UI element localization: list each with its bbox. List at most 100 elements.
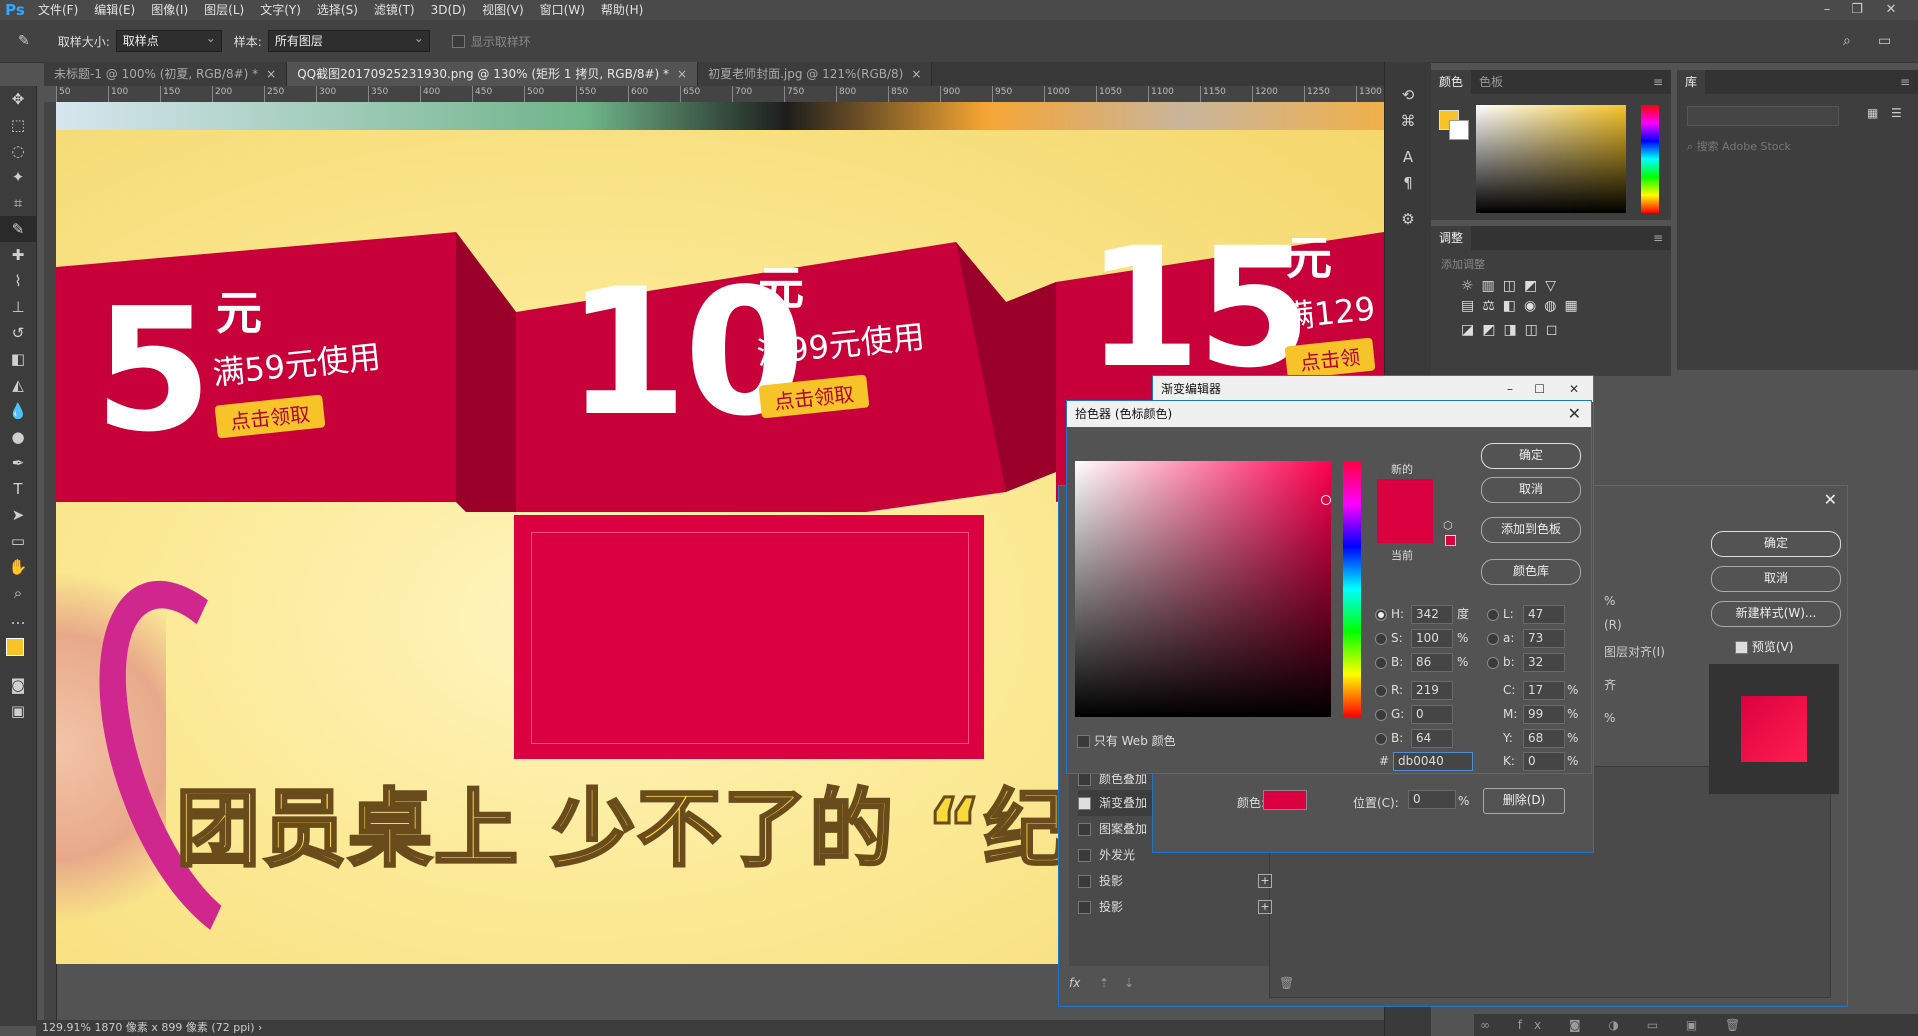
a-input[interactable]: 73 bbox=[1523, 629, 1565, 648]
fx-icon[interactable]: fx bbox=[1069, 976, 1080, 990]
maximize-icon[interactable]: ☐ bbox=[1534, 376, 1545, 402]
g-input[interactable]: 0 bbox=[1411, 705, 1453, 724]
screen-mode-icon[interactable]: ▣ bbox=[0, 698, 36, 724]
hue-slider[interactable] bbox=[1343, 461, 1361, 717]
delete-stop-button[interactable]: 删除(D) bbox=[1483, 788, 1565, 814]
radio-blue[interactable] bbox=[1375, 733, 1387, 745]
pen-tool-icon[interactable]: ✒ bbox=[0, 450, 36, 476]
menu-type[interactable]: 文字(Y) bbox=[252, 0, 309, 20]
panel-menu-icon[interactable]: ≡ bbox=[1653, 231, 1663, 245]
radio-s[interactable] bbox=[1375, 633, 1387, 645]
grid-view-icon[interactable]: ▦ bbox=[1867, 106, 1878, 120]
panel-menu-icon[interactable]: ≡ bbox=[1900, 75, 1910, 89]
menu-select[interactable]: 选择(S) bbox=[309, 0, 366, 20]
checkbox[interactable] bbox=[1078, 901, 1091, 914]
trash-icon[interactable]: 🗑 bbox=[1279, 976, 1294, 990]
blue-input[interactable]: 64 bbox=[1411, 729, 1453, 748]
gradient-editor-title-bar[interactable]: 渐变编辑器 – ☐ ✕ bbox=[1153, 376, 1593, 402]
tab-swatches[interactable]: 色板 bbox=[1471, 70, 1511, 94]
radio-g[interactable] bbox=[1375, 709, 1387, 721]
color-field-cursor[interactable] bbox=[1321, 495, 1331, 505]
library-select[interactable] bbox=[1687, 106, 1839, 126]
blur-tool-icon[interactable]: 💧 bbox=[0, 398, 36, 424]
radio-lab-b[interactable] bbox=[1487, 657, 1499, 669]
close-tab-icon[interactable]: × bbox=[911, 67, 921, 81]
c-input[interactable]: 17 bbox=[1523, 681, 1565, 700]
web-only-checkbox[interactable] bbox=[1077, 735, 1090, 748]
cube-icon[interactable]: ⬡ bbox=[1443, 519, 1453, 532]
checkbox[interactable] bbox=[1078, 823, 1091, 836]
color-field[interactable] bbox=[1075, 461, 1331, 717]
sample-select[interactable]: 所有图层 bbox=[267, 28, 430, 52]
close-icon[interactable]: ✕ bbox=[1876, 0, 1906, 20]
menu-filter[interactable]: 滤镜(T) bbox=[366, 0, 423, 20]
library-search[interactable]: ⌕ 搜索 Adobe Stock bbox=[1687, 138, 1791, 154]
history-icon[interactable]: ⟲ bbox=[1385, 82, 1431, 108]
character-panel-icon[interactable]: A bbox=[1385, 144, 1431, 170]
menu-3d[interactable]: 3D(D) bbox=[423, 0, 474, 20]
color-picker-cancel-button[interactable]: 取消 bbox=[1481, 477, 1581, 503]
menu-file[interactable]: 文件(F) bbox=[30, 0, 86, 20]
hue-slider[interactable] bbox=[1641, 105, 1659, 213]
menu-view[interactable]: 视图(V) bbox=[474, 0, 532, 20]
style-item-drop-shadow-1[interactable]: 投影 + bbox=[1078, 868, 1288, 894]
eraser-tool-icon[interactable]: ◧ bbox=[0, 346, 36, 372]
menu-edit[interactable]: 编辑(E) bbox=[86, 0, 143, 20]
workspace-icon[interactable]: ▭ bbox=[1878, 33, 1891, 49]
zoom-tool-icon[interactable]: ⌕ bbox=[0, 580, 36, 606]
k-input[interactable]: 0 bbox=[1523, 752, 1565, 771]
search-icon[interactable]: ⌕ bbox=[1843, 33, 1851, 49]
quick-select-tool-icon[interactable]: ✦ bbox=[0, 164, 36, 190]
bucket-tool-icon[interactable]: ◭ bbox=[0, 372, 36, 398]
b-input[interactable]: 86 bbox=[1411, 653, 1453, 672]
dodge-tool-icon[interactable]: ● bbox=[0, 424, 36, 450]
web-only-toggle[interactable]: 只有 Web 颜色 bbox=[1077, 732, 1176, 749]
properties-icon[interactable]: ⚙ bbox=[1385, 206, 1431, 232]
close-tab-icon[interactable]: × bbox=[266, 67, 276, 81]
add-to-swatches-button[interactable]: 添加到色板 bbox=[1481, 517, 1581, 543]
l-input[interactable]: 47 bbox=[1523, 605, 1565, 624]
lab-b-input[interactable]: 32 bbox=[1523, 653, 1565, 672]
layers-panel-footer-icons[interactable]: ∞ fx ◙ ◑ ▭ ▣ 🗑 bbox=[1474, 1014, 1918, 1036]
tab-library[interactable]: 库 bbox=[1677, 70, 1706, 94]
panel-menu-icon[interactable]: ≡ bbox=[1653, 75, 1663, 89]
add-icon[interactable]: + bbox=[1258, 900, 1272, 914]
sample-size-select[interactable]: 取样点 bbox=[115, 28, 222, 52]
adjustment-icons-row3[interactable]: ◪◩◨◫◻ bbox=[1431, 318, 1671, 342]
radio-l[interactable] bbox=[1487, 609, 1499, 621]
marquee-tool-icon[interactable]: ⬚ bbox=[0, 112, 36, 138]
layer-style-cancel-button[interactable]: 取消 bbox=[1711, 566, 1841, 592]
radio-h[interactable] bbox=[1375, 609, 1387, 621]
history-brush-icon[interactable]: ↺ bbox=[0, 320, 36, 346]
foreground-color-swatch[interactable] bbox=[6, 638, 24, 656]
close-icon[interactable]: ✕ bbox=[1569, 376, 1579, 402]
type-tool-icon[interactable]: T bbox=[0, 476, 36, 502]
hand-tool-icon[interactable]: ✋ bbox=[0, 554, 36, 580]
y-input[interactable]: 68 bbox=[1523, 729, 1565, 748]
eyedropper-icon[interactable]: ✎ bbox=[18, 33, 30, 49]
paragraph-panel-icon[interactable]: ¶ bbox=[1385, 170, 1431, 196]
show-ring-checkbox[interactable] bbox=[451, 34, 465, 48]
minimize-icon[interactable]: – bbox=[1507, 376, 1513, 402]
menu-layer[interactable]: 图层(L) bbox=[196, 0, 252, 20]
radio-b[interactable] bbox=[1375, 657, 1387, 669]
current-color-swatch[interactable] bbox=[1377, 511, 1433, 543]
shape-tool-icon[interactable]: ▭ bbox=[0, 528, 36, 554]
move-tool-icon[interactable]: ✥ bbox=[0, 86, 36, 112]
add-icon[interactable]: + bbox=[1258, 874, 1272, 888]
menu-window[interactable]: 窗口(W) bbox=[532, 0, 593, 20]
eyedropper-tool-icon[interactable]: ✎ bbox=[0, 216, 36, 242]
stop-color-swatch[interactable] bbox=[1263, 790, 1307, 810]
r-input[interactable]: 219 bbox=[1411, 681, 1453, 700]
stamp-tool-icon[interactable]: ⊥ bbox=[0, 294, 36, 320]
menu-image[interactable]: 图像(I) bbox=[143, 0, 196, 20]
s-input[interactable]: 100 bbox=[1411, 629, 1453, 648]
web-safe-swatch[interactable] bbox=[1445, 535, 1456, 546]
radio-a[interactable] bbox=[1487, 633, 1499, 645]
adjustment-icons-row1[interactable]: ☼▥◫◩▽ bbox=[1431, 278, 1671, 294]
checkbox[interactable] bbox=[1078, 875, 1091, 888]
checkbox[interactable] bbox=[1078, 797, 1091, 810]
tab-adjustments[interactable]: 调整 bbox=[1431, 226, 1472, 250]
checkbox[interactable] bbox=[1078, 849, 1091, 862]
new-style-button[interactable]: 新建样式(W)... bbox=[1711, 601, 1841, 627]
